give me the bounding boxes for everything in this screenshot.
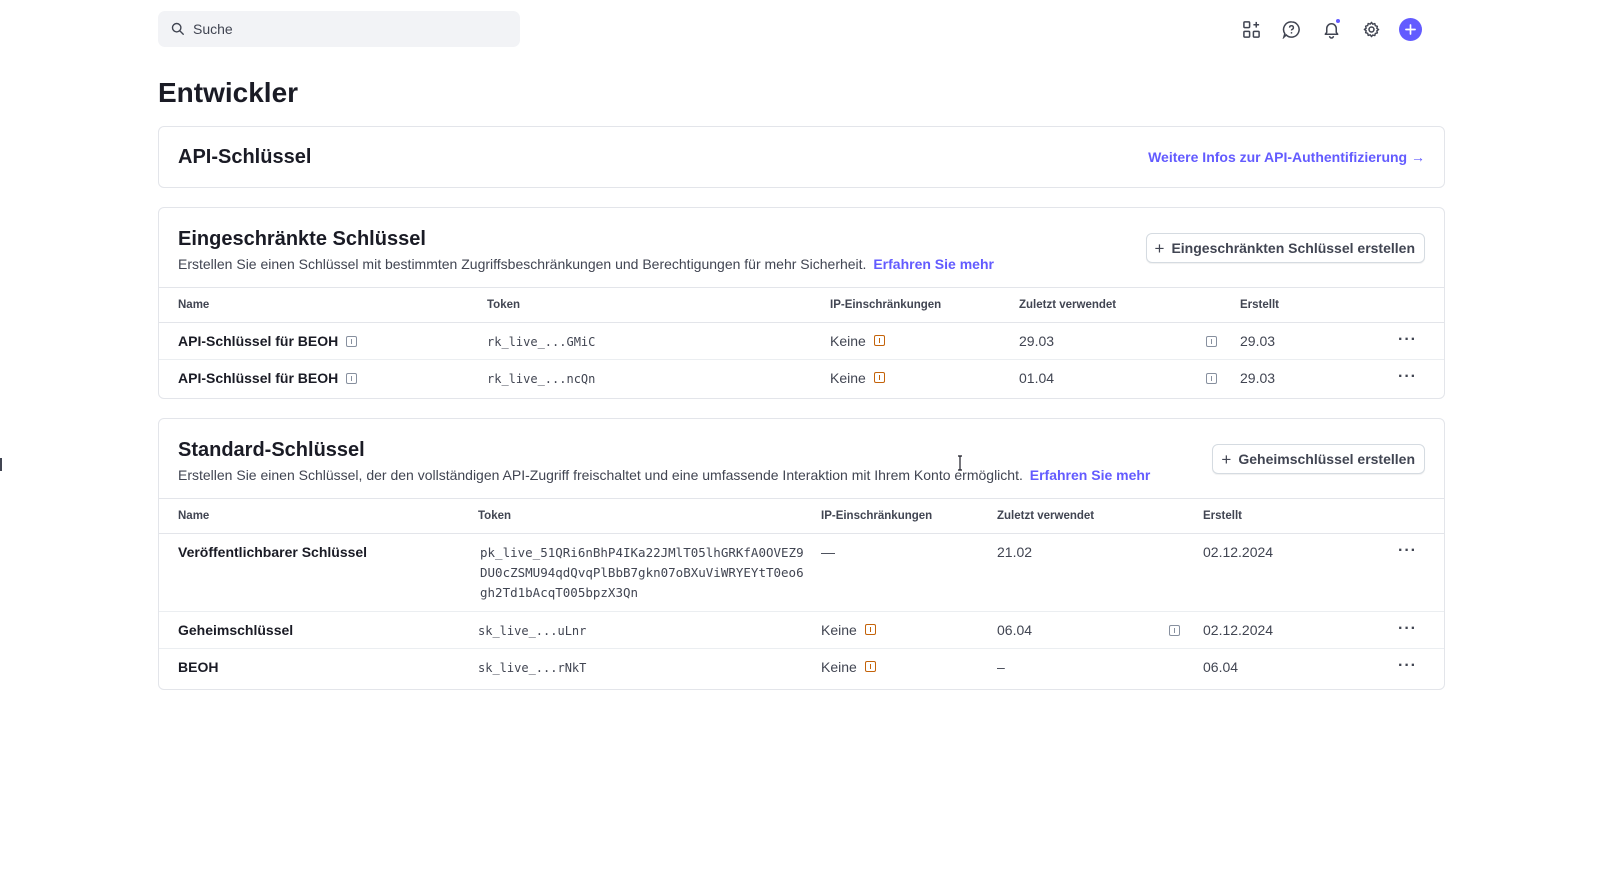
key-name: API-Schlüssel für BEOH [178, 333, 358, 349]
column-header: Name [178, 510, 210, 522]
standard-keys-card: Standard-Schlüssel Erstellen Sie einen S… [158, 418, 1445, 690]
key-token[interactable]: rk_live_...GMiC [487, 335, 595, 349]
info-icon[interactable] [346, 372, 358, 384]
standard-keys-description: Erstellen Sie einen Schlüssel, der den v… [178, 467, 1151, 483]
restricted-keys-title: Eingeschränkte Schlüssel [178, 228, 426, 250]
more-options-button[interactable]: ··· [1398, 542, 1417, 560]
column-header: IP-Einschränkungen [821, 510, 933, 522]
last-used: 01.04 [1019, 370, 1055, 386]
last-used: – [997, 659, 1005, 675]
key-token[interactable]: sk_live_...rNkT [478, 661, 586, 675]
api-auth-link[interactable]: Weitere Infos zur API-Authentifizierung … [1148, 149, 1425, 165]
more-options-button[interactable]: ··· [1398, 657, 1417, 675]
info-icon[interactable] [1206, 373, 1217, 384]
help-icon[interactable] [1279, 17, 1303, 41]
column-header: Erstellt [1240, 299, 1279, 311]
more-options-button[interactable]: ··· [1398, 620, 1417, 638]
apps-icon[interactable] [1239, 17, 1263, 41]
column-header: Token [487, 299, 521, 311]
text-cursor-icon [958, 455, 962, 471]
key-token[interactable]: rk_live_...ncQn [487, 372, 595, 386]
info-icon[interactable] [1169, 625, 1180, 636]
warning-icon[interactable] [864, 623, 876, 635]
last-used: 21.02 [997, 544, 1033, 560]
plus-icon: + [1221, 449, 1232, 469]
info-icon[interactable] [1206, 336, 1217, 347]
key-name: Veröffentlichbarer Schlüssel [178, 544, 368, 560]
create-restricted-key-button[interactable]: + Eingeschränkten Schlüssel erstellen [1145, 233, 1425, 263]
bell-icon[interactable] [1319, 17, 1343, 41]
warning-icon[interactable] [873, 371, 885, 383]
standard-keys-title: Standard-Schlüssel [178, 439, 365, 461]
key-token[interactable]: pk_live_51QRi6nBhP4IKa22JMlT05lhGRKfA0OV… [480, 543, 810, 603]
plus-icon[interactable] [1399, 17, 1422, 41]
column-header: IP-Einschränkungen [830, 299, 942, 311]
column-header: Erstellt [1203, 510, 1242, 522]
created-date: 02.12.2024 [1203, 544, 1274, 560]
column-header: Zuletzt verwendet [1019, 299, 1117, 311]
restricted-keys-description: Erstellen Sie einen Schlüssel mit bestim… [178, 256, 994, 272]
plus-icon: + [1154, 238, 1165, 258]
gear-icon[interactable] [1359, 17, 1383, 41]
table-row[interactable]: Geheimschlüssel sk_live_...uLnr Keine 06… [159, 612, 1444, 649]
table-row[interactable]: BEOH sk_live_...rNkT Keine – 06.04 ··· [159, 649, 1444, 686]
key-name: API-Schlüssel für BEOH [178, 370, 358, 386]
created-date: 02.12.2024 [1203, 622, 1274, 638]
notification-dot [1335, 18, 1341, 24]
api-keys-title: API-Schlüssel [178, 146, 312, 168]
text-cursor-mark [0, 458, 2, 471]
info-icon[interactable] [346, 335, 358, 347]
warning-icon[interactable] [873, 334, 885, 346]
create-secret-key-button[interactable]: + Geheimschlüssel erstellen [1212, 444, 1425, 474]
ip-restrictions: Keine [821, 622, 876, 638]
column-header: Zuletzt verwendet [997, 510, 1095, 522]
ip-restrictions: — [821, 544, 835, 560]
restricted-keys-card: Eingeschränkte Schlüssel Erstellen Sie e… [158, 207, 1445, 399]
learn-more-link[interactable]: Erfahren Sie mehr [1030, 467, 1151, 483]
table-row[interactable]: API-Schlüssel für BEOH rk_live_...ncQn K… [159, 360, 1444, 397]
key-name: Geheimschlüssel [178, 622, 294, 638]
table-row[interactable]: API-Schlüssel für BEOH rk_live_...GMiC K… [159, 323, 1444, 360]
search-placeholder: Suche [193, 21, 233, 37]
search-input[interactable]: Suche [158, 11, 520, 47]
api-keys-card: API-Schlüssel Weitere Infos zur API-Auth… [158, 126, 1445, 188]
page-title: Entwickler [158, 77, 299, 108]
last-used: 29.03 [1019, 333, 1055, 349]
created-date: 06.04 [1203, 659, 1239, 675]
ip-restrictions: Keine [830, 370, 885, 386]
table-header: Name Token IP-Einschränkungen Zuletzt ve… [159, 287, 1444, 323]
search-icon [171, 22, 184, 35]
key-token[interactable]: sk_live_...uLnr [478, 624, 586, 638]
created-date: 29.03 [1240, 370, 1276, 386]
key-name: BEOH [178, 659, 219, 675]
more-options-button[interactable]: ··· [1398, 368, 1417, 386]
table-header: Name Token IP-Einschränkungen Zuletzt ve… [159, 498, 1444, 534]
column-header: Token [478, 510, 512, 522]
learn-more-link[interactable]: Erfahren Sie mehr [873, 256, 994, 272]
warning-icon[interactable] [864, 660, 876, 672]
more-options-button[interactable]: ··· [1398, 331, 1417, 349]
column-header: Name [178, 299, 210, 311]
top-bar: Suche [0, 0, 1599, 58]
table-row[interactable]: Veröffentlichbarer Schlüssel pk_live_51Q… [159, 534, 1444, 612]
last-used: 06.04 [997, 622, 1033, 638]
ip-restrictions: Keine [830, 333, 885, 349]
created-date: 29.03 [1240, 333, 1276, 349]
ip-restrictions: Keine [821, 659, 876, 675]
